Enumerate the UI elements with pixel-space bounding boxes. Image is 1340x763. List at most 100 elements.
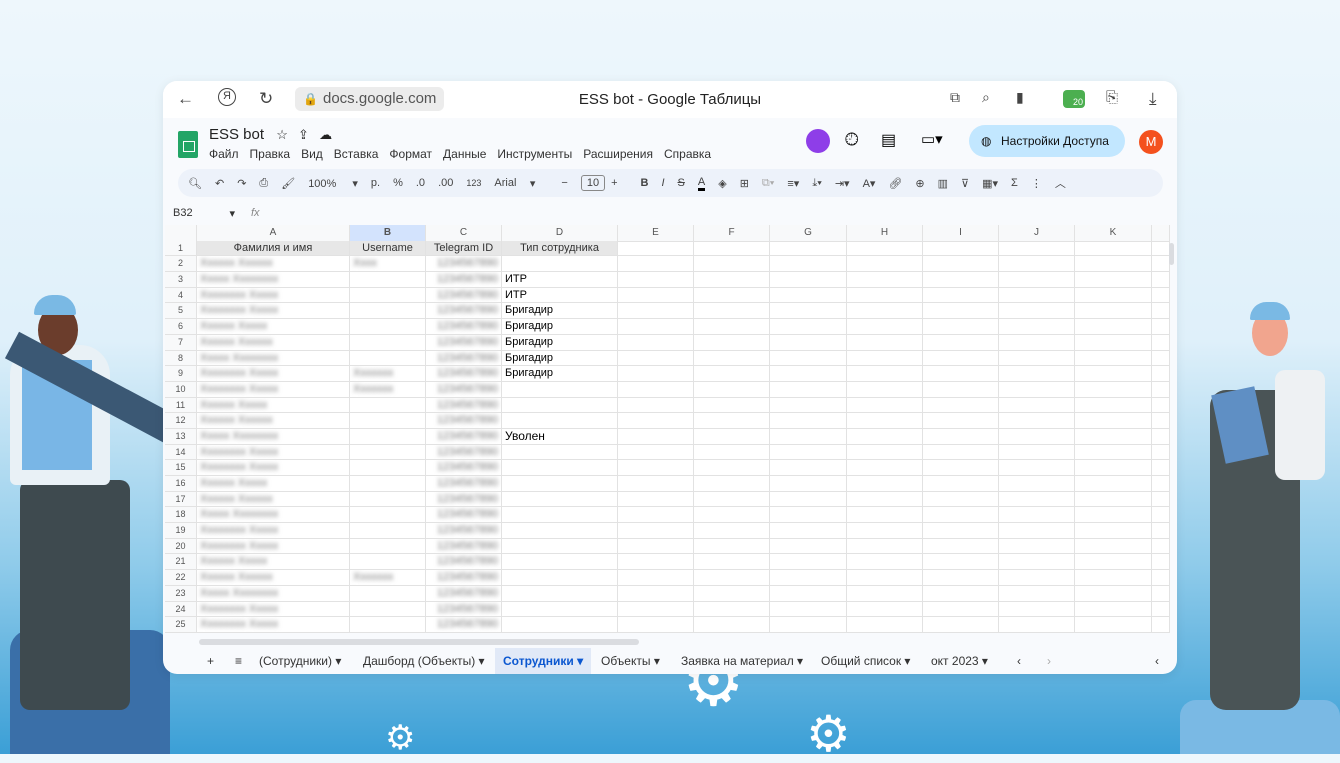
cell[interactable]: Хххххххх Ххххх — [197, 303, 350, 320]
employee-type-cell[interactable]: Бригадир — [502, 350, 618, 367]
row-header[interactable]: 2 — [165, 256, 197, 273]
cell[interactable]: Ххххххх — [350, 381, 426, 398]
cell[interactable] — [694, 476, 770, 492]
cell[interactable]: 1234567890 — [426, 444, 502, 461]
cell[interactable] — [999, 570, 1075, 586]
select-all[interactable] — [165, 225, 197, 242]
cell[interactable] — [770, 554, 847, 571]
cell[interactable] — [694, 287, 770, 304]
cell[interactable] — [923, 366, 999, 382]
font-size-input[interactable]: 10 — [580, 175, 606, 191]
cell[interactable]: Хххххх Ххххх — [197, 397, 350, 414]
cell[interactable] — [770, 507, 847, 524]
cell[interactable] — [847, 413, 923, 429]
cell[interactable] — [350, 491, 426, 508]
cell[interactable] — [847, 476, 923, 492]
cell[interactable] — [350, 428, 426, 445]
cell[interactable] — [847, 617, 923, 633]
cell[interactable] — [694, 350, 770, 367]
cell[interactable]: Ххххх Хххххххх — [197, 585, 350, 602]
cell[interactable]: 1234567890 — [426, 523, 502, 539]
cell[interactable] — [694, 319, 770, 335]
cell[interactable] — [1075, 538, 1152, 555]
explore-collapse[interactable]: ‹ — [1147, 648, 1167, 674]
cell[interactable] — [350, 507, 426, 524]
menu-edit[interactable]: Правка — [250, 147, 291, 161]
cell[interactable] — [502, 476, 618, 492]
cell[interactable] — [923, 397, 999, 414]
cell[interactable] — [502, 570, 618, 586]
cell[interactable] — [350, 334, 426, 351]
cell[interactable] — [618, 523, 694, 539]
cell[interactable] — [1075, 523, 1152, 539]
cell[interactable] — [770, 413, 847, 429]
cell[interactable]: 1234567890 — [426, 507, 502, 524]
cell[interactable] — [694, 272, 770, 288]
download-icon[interactable]: ⤓ — [1149, 89, 1157, 109]
name-box[interactable]: B32 ▾ — [173, 207, 235, 220]
employee-type-cell[interactable]: Бригадир — [502, 334, 618, 351]
cell[interactable]: Ххххх Хххххххх — [197, 507, 350, 524]
cell[interactable] — [923, 476, 999, 492]
cell[interactable] — [770, 381, 847, 398]
vertical-scrollbar[interactable] — [1169, 243, 1174, 265]
row-header[interactable]: 21 — [165, 554, 197, 571]
cell[interactable]: 1234567890 — [426, 397, 502, 414]
cell[interactable] — [694, 538, 770, 555]
row-header[interactable]: 22 — [165, 570, 197, 586]
cell[interactable] — [350, 617, 426, 633]
fill-color-icon[interactable]: ◈ — [718, 177, 726, 190]
cell[interactable] — [350, 460, 426, 476]
number-format-button[interactable]: 123 — [466, 178, 481, 188]
employee-type-cell[interactable]: ИТР — [502, 287, 618, 304]
tab-dashboard[interactable]: Дашборд (Объекты) ▾ — [355, 648, 493, 674]
borders-icon[interactable]: ⊞ — [740, 177, 749, 190]
cell[interactable] — [923, 350, 999, 367]
menu-insert[interactable]: Вставка — [334, 147, 379, 161]
cell[interactable] — [350, 287, 426, 304]
cell[interactable] — [1075, 507, 1152, 524]
cell[interactable] — [847, 585, 923, 602]
filter-views-icon[interactable]: ▦▾ — [982, 177, 998, 190]
cell[interactable] — [770, 334, 847, 351]
cell[interactable] — [770, 366, 847, 382]
cell[interactable]: 1234567890 — [426, 460, 502, 476]
cell[interactable] — [618, 272, 694, 288]
cell[interactable] — [847, 240, 923, 257]
cell[interactable] — [502, 601, 618, 618]
cell[interactable] — [923, 491, 999, 508]
cell[interactable] — [923, 428, 999, 445]
cell[interactable]: Ххххххх — [350, 366, 426, 382]
share-button[interactable]: ◍ Настройки Доступа — [969, 125, 1125, 157]
cell[interactable] — [770, 240, 847, 257]
cell[interactable] — [694, 585, 770, 602]
paint-format-icon[interactable]: 🖌︎ — [281, 177, 295, 190]
cell[interactable] — [1075, 334, 1152, 351]
cell[interactable] — [770, 585, 847, 602]
cell[interactable] — [1075, 319, 1152, 335]
cell[interactable] — [618, 617, 694, 633]
menu-extensions[interactable]: Расширения — [583, 147, 653, 161]
extension-icon[interactable]: 20 — [1063, 90, 1085, 108]
cell[interactable] — [770, 444, 847, 461]
cell[interactable] — [1075, 366, 1152, 382]
cell[interactable] — [999, 319, 1075, 335]
cell[interactable]: 1234567890 — [426, 570, 502, 586]
cell[interactable] — [847, 460, 923, 476]
cell[interactable] — [923, 319, 999, 335]
menu-file[interactable]: Файл — [209, 147, 239, 161]
cell[interactable] — [999, 350, 1075, 367]
cell[interactable] — [694, 366, 770, 382]
cell[interactable] — [923, 303, 999, 320]
employee-type-cell[interactable]: Бригадир — [502, 366, 618, 382]
cell[interactable] — [847, 538, 923, 555]
align-icon[interactable]: ≡▾ — [787, 177, 799, 190]
cell[interactable] — [999, 444, 1075, 461]
scroll-tabs-right[interactable]: › — [1039, 648, 1059, 674]
strikethrough-icon[interactable]: S — [678, 177, 685, 189]
cell[interactable] — [999, 507, 1075, 524]
cell[interactable] — [694, 460, 770, 476]
cell[interactable] — [350, 397, 426, 414]
cell[interactable] — [350, 538, 426, 555]
tab-oct-2023[interactable]: окт 2023 ▾ — [923, 648, 996, 674]
